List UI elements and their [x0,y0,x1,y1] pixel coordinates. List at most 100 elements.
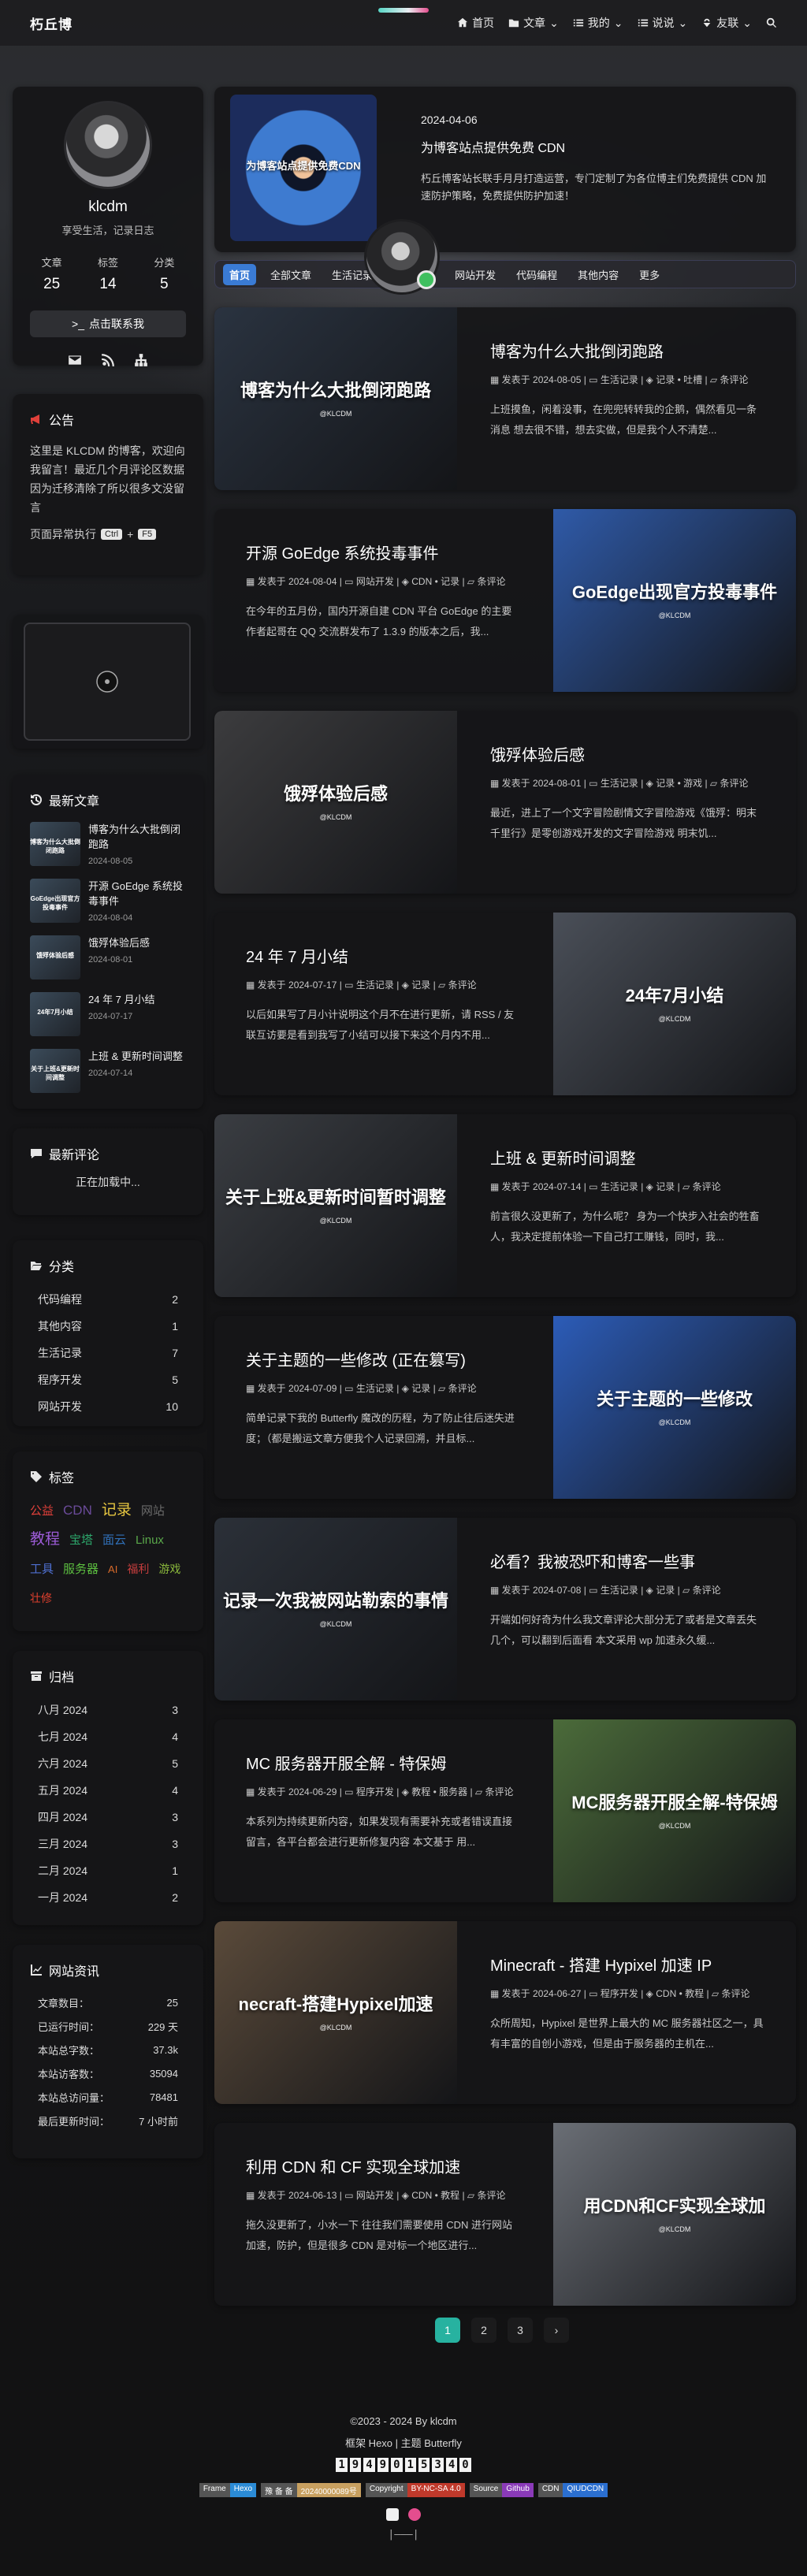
search-button[interactable] [766,17,777,28]
archive-item[interactable]: 四月 2024 3 [30,1804,186,1831]
post-tags[interactable]: CDN • 教程 [411,2190,459,2201]
tag-item[interactable]: 教程 [30,1528,60,1552]
tab-item[interactable]: 更多 [633,264,666,285]
nav-item-home[interactable]: 首页 [457,15,494,31]
recent-post-item[interactable]: 饿殍体验后感 饿殍体验后感 2024-08-01 [30,935,189,979]
post-card[interactable]: 博客为什么大批倒闭跑路 @KLCDM 博客为什么大批倒闭跑路 ▦ 发表于 2024-0… [214,307,796,490]
post-category[interactable]: 生活记录 [601,1181,638,1192]
post-comments[interactable]: 条评论 [693,1585,721,1596]
post-cover-image[interactable]: 用CDN和CF实现全球加 @KLCDM [553,2123,796,2306]
page-number[interactable]: 2 [471,2318,496,2343]
image-icon[interactable] [386,2508,399,2521]
post-title[interactable]: 关于主题的一些修改 (正在篡写) [246,1347,520,1370]
category-item[interactable]: 程序开发 5 [30,1366,186,1393]
tab-item[interactable]: 其他内容 [571,264,625,285]
post-card[interactable]: 关于主题的一些修改 @KLCDM 关于主题的一些修改 (正在篡写) ▦ 发表于 202… [214,1316,796,1499]
post-title[interactable]: 博客为什么大批倒闭跑路 [490,339,764,362]
recent-post-item[interactable]: 博客为什么大批倒闭跑路 博客为什么大批倒闭跑路 2024-08-05 [30,822,189,866]
recent-post-item[interactable]: 24年7月小结 24 年 7 月小结 2024-07-17 [30,992,189,1036]
post-title[interactable]: 利用 CDN 和 CF 实现全球加速 [246,2154,520,2177]
post-card[interactable]: 饿殍体验后感 @KLCDM 饿殍体验后感 ▦ 发表于 2024-08-01 | ▭ 生… [214,711,796,894]
post-cover-image[interactable]: 记录一次我被网站勒索的事情 @KLCDM [214,1518,457,1701]
post-title[interactable]: Minecraft - 搭建 Hypixel 加速 IP [490,1953,764,1976]
post-card[interactable]: 记录一次我被网站勒索的事情 @KLCDM 必看？我被恐吓和博客一些事 ▦ 发表于 20… [214,1518,796,1701]
site-info-row[interactable]: 本站总访问量： 78481 [30,2085,186,2109]
archive-item[interactable]: 三月 2024 3 [30,1831,186,1857]
post-category[interactable]: 生活记录 [356,1383,394,1394]
post-category[interactable]: 生活记录 [601,374,638,385]
recent-post-thumbnail[interactable]: 24年7月小结 [30,992,80,1036]
site-info-row[interactable]: 本站总字数： 37.3k [30,2038,186,2061]
post-title[interactable]: 开源 GoEdge 系统投毒事件 [246,541,520,563]
recent-post-title[interactable]: 饿殍体验后感 [88,935,150,950]
tag-item[interactable]: 记录 [102,1499,132,1522]
post-title[interactable]: 24 年 7 月小结 [246,944,520,967]
post-comments[interactable]: 条评论 [720,778,748,789]
recent-post-thumbnail[interactable]: 饿殍体验后感 [30,935,80,979]
post-category[interactable]: 网站开发 [356,2190,394,2201]
recent-post-item[interactable]: GoEdge出现官方投毒事件 开源 GoEdge 系统投毒事件 2024-08-04 [30,879,189,923]
post-comments[interactable]: 条评论 [721,1988,749,1999]
pinned-post-image[interactable]: 为博客站点提供免费CDN [230,95,377,241]
stat-articles[interactable]: 文章 25 [42,255,62,293]
tab-item[interactable]: 全部文章 [264,264,318,285]
tag-item[interactable]: 游戏 [158,1557,180,1581]
archive-item[interactable]: 八月 2024 3 [30,1697,186,1723]
pinned-post-title[interactable]: 为博客站点提供免费 CDN [421,137,565,156]
post-cover-image[interactable]: 24年7月小结 @KLCDM [553,913,796,1095]
post-cover-image[interactable]: necraft-搭建Hypixel加速 @KLCDM [214,1921,457,2104]
site-info-row[interactable]: 最后更新时间： 7 小时前 [30,2109,186,2132]
archive-item[interactable]: 六月 2024 5 [30,1750,186,1777]
tag-item[interactable]: 服务器 [63,1558,99,1582]
post-tags[interactable]: 教程 • 服务器 [411,1786,467,1797]
tag-item[interactable]: 面云 [102,1529,126,1552]
post-card[interactable]: GoEdge出现官方投毒事件 @KLCDM 开源 GoEdge 系统投毒事件 ▦ 发表… [214,509,796,692]
post-card[interactable]: necraft-搭建Hypixel加速 @KLCDM Minecraft - 搭建 … [214,1921,796,2104]
nav-item-talk[interactable]: 说说 ⌄ [638,15,687,31]
post-cover-image[interactable]: GoEdge出现官方投毒事件 @KLCDM [553,509,796,692]
tab-item[interactable]: 首页 [223,263,257,285]
tag-item[interactable]: 公益 [30,1500,54,1523]
footer-badge[interactable]: Frame Hexo [199,2483,257,2497]
archive-item[interactable]: 一月 2024 2 [30,1884,186,1911]
recent-post-item[interactable]: 关于上班&更新时间调整 上班 & 更新时间调整 2024-07-14 [30,1049,189,1093]
sitemap-icon[interactable] [134,353,148,367]
post-tags[interactable]: CDN • 记录 [411,576,459,587]
archive-item[interactable]: 二月 2024 1 [30,1857,186,1884]
email-icon[interactable] [68,353,82,367]
post-category[interactable]: 生活记录 [601,778,638,789]
tag-item[interactable]: AI [108,1558,117,1582]
post-comments[interactable]: 条评论 [477,576,505,587]
post-tags[interactable]: 记录 • 游戏 [656,778,702,789]
post-comments[interactable]: 条评论 [485,1786,513,1797]
recent-post-thumbnail[interactable]: 关于上班&更新时间调整 [30,1049,80,1093]
post-comments[interactable]: 条评论 [693,1181,721,1192]
tag-item[interactable]: CDN [63,1499,92,1522]
post-category[interactable]: 程序开发 [356,1786,394,1797]
post-title[interactable]: 必看？我被恐吓和博客一些事 [490,1549,764,1572]
nav-item-friends[interactable]: 友联 ⌄ [701,15,752,31]
rss-icon[interactable] [101,353,115,367]
recent-post-title[interactable]: 24 年 7 月小结 [88,992,155,1007]
post-comments[interactable]: 条评论 [477,2190,505,2201]
footer-badge[interactable]: Source Github [469,2483,534,2497]
post-cover-image[interactable]: 关于上班&更新时间暂时调整 @KLCDM [214,1114,457,1297]
post-category[interactable]: 生活记录 [601,1585,638,1596]
post-comments[interactable]: 条评论 [448,979,477,991]
tab-item[interactable]: 代码编程 [510,264,563,285]
page-number[interactable]: 1 [435,2318,460,2343]
post-cover-image[interactable]: 关于主题的一些修改 @KLCDM [553,1316,796,1499]
tag-item[interactable]: 福利 [127,1557,149,1581]
page-number[interactable]: 3 [508,2318,533,2343]
post-tags[interactable]: 记录 • 吐槽 [656,374,702,385]
post-comments[interactable]: 条评论 [720,374,748,385]
tab-item[interactable]: 网站开发 [448,264,502,285]
tag-item[interactable]: 工具 [30,1558,54,1582]
post-cover-image[interactable]: MC服务器开服全解-特保姆 @KLCDM [553,1719,796,1902]
recent-post-title[interactable]: 博客为什么大批倒闭跑路 [88,822,189,852]
nav-item-mine[interactable]: 我的 ⌄ [573,15,623,31]
post-tags[interactable]: 记录 [411,1383,430,1394]
post-cover-image[interactable]: 饿殍体验后感 @KLCDM [214,711,457,894]
post-tags[interactable]: 记录 [656,1585,675,1596]
post-card[interactable]: 24年7月小结 @KLCDM 24 年 7 月小结 ▦ 发表于 2024-07-17 … [214,913,796,1095]
